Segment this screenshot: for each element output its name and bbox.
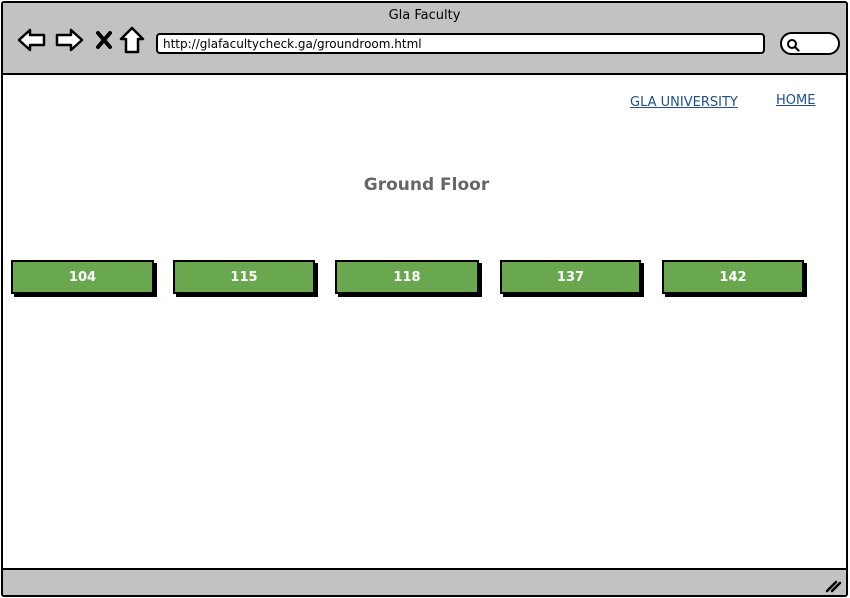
status-bar — [3, 568, 846, 595]
home-link[interactable]: HOME — [776, 93, 815, 108]
room-button-118[interactable]: 118 — [335, 260, 479, 294]
page-title: Ground Floor — [363, 175, 490, 195]
url-input[interactable] — [156, 33, 765, 54]
gla-university-link[interactable]: GLA UNIVERSITY — [630, 95, 738, 110]
room-button-104[interactable]: 104 — [11, 260, 154, 294]
close-icon[interactable] — [89, 25, 119, 55]
home-icon[interactable] — [117, 25, 147, 55]
browser-window: Gla Faculty http://glafacultycheck.ga/gr… — [1, 1, 848, 597]
search-box[interactable] — [780, 32, 840, 55]
room-button-115[interactable]: 115 — [173, 260, 315, 294]
room-button-142[interactable]: 142 — [662, 260, 804, 294]
forward-arrow-icon[interactable] — [54, 25, 84, 55]
back-arrow-icon[interactable] — [17, 25, 47, 55]
room-button-137[interactable]: 137 — [500, 260, 641, 294]
resize-grip-icon[interactable] — [824, 575, 842, 593]
search-icon — [786, 37, 800, 52]
browser-toolbar: Gla Faculty — [3, 3, 846, 75]
window-title: Gla Faculty — [388, 8, 461, 23]
